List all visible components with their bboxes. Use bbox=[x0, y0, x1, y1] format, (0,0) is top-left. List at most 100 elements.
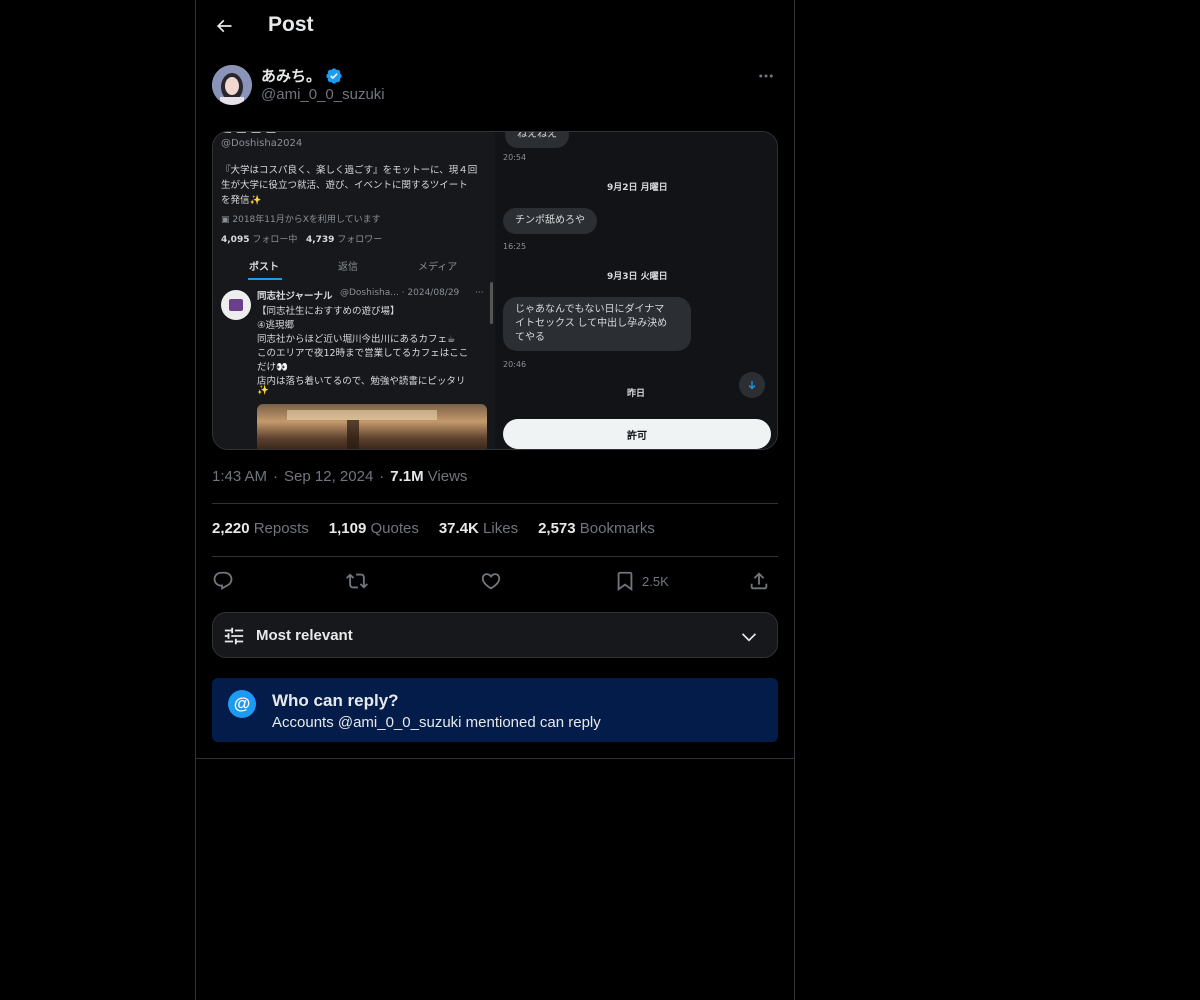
screenshot-dm-line: じゃあなんでもない日にダイナマ bbox=[515, 304, 665, 315]
screenshot-post-line: ④逃現郷 bbox=[257, 320, 295, 331]
screenshot-dm-date: 9月3日 火曜日 bbox=[607, 272, 668, 282]
reposts-count: 2,220 bbox=[212, 520, 250, 537]
screenshot-dm-time: 20:54 bbox=[503, 153, 527, 162]
views-label: Views bbox=[427, 468, 468, 485]
screenshot-dm-bubble: チンポ舐めろや bbox=[503, 208, 597, 234]
divider bbox=[212, 556, 778, 557]
divider bbox=[212, 503, 778, 504]
screenshot-followers-label: フォロワー bbox=[337, 235, 383, 245]
ellipsis-icon bbox=[759, 74, 773, 78]
bookmarks-label: Bookmarks bbox=[579, 520, 655, 537]
screenshot-dm-line: てやる bbox=[515, 332, 545, 343]
sliders-icon bbox=[224, 627, 244, 645]
arrow-left-icon bbox=[216, 19, 232, 33]
repost-icon bbox=[346, 573, 368, 589]
screenshot-post-line: 同志社からほど近い堀川今出川にあるカフェ☕ bbox=[257, 334, 456, 345]
like-button[interactable] bbox=[480, 565, 502, 597]
screenshot-tab-indicator bbox=[248, 278, 282, 280]
quotes-count: 1,109 bbox=[328, 520, 367, 537]
reply-restriction-notice: @ Who can reply? Accounts @ami_0_0_suzuk… bbox=[212, 678, 778, 742]
screenshot-dm-bubble: ねえねえ bbox=[505, 132, 569, 148]
screenshot-bio-line: を発信✨ bbox=[221, 195, 262, 206]
screenshot-dm-date: 9月2日 月曜日 bbox=[607, 183, 668, 193]
verified-badge-icon bbox=[326, 67, 342, 84]
chevron-down-icon bbox=[741, 633, 757, 642]
screenshot-post-name: 同志社ジャーナル bbox=[257, 291, 333, 302]
repost-button[interactable] bbox=[346, 565, 368, 597]
likes-stat[interactable]: 37.4K Likes bbox=[439, 520, 518, 537]
bookmark-icon bbox=[617, 571, 633, 592]
screenshot-follow-counts: 4,095 フォロー中 4,739 フォロワー bbox=[221, 232, 382, 245]
screenshot-post-line: 【同志社生におすすめの遊び場】 bbox=[257, 306, 400, 317]
at-icon: @ bbox=[228, 690, 256, 718]
screenshot-joined-date: ▣ 2018年11月からXを利用しています bbox=[221, 212, 381, 225]
avatar-image bbox=[212, 65, 252, 105]
screenshot-following-count: 4,095 bbox=[221, 235, 250, 245]
screenshot-post-line: このエリアで夜12時まで営業してるカフェはここ bbox=[257, 348, 469, 359]
divider bbox=[196, 758, 794, 759]
reply-button[interactable] bbox=[212, 565, 234, 597]
more-options-button[interactable] bbox=[754, 64, 778, 88]
screenshot-scrollbar bbox=[490, 282, 493, 324]
screenshot-joined-text: 2018年11月からXを利用しています bbox=[232, 215, 381, 225]
screenshot-dm-date: 昨日 bbox=[627, 389, 646, 399]
screenshot-bio-line: 『大学はコスパ良く、楽しく過ごす』をモットーに、現４回 bbox=[221, 165, 478, 176]
separator-dot: · bbox=[273, 468, 279, 485]
screenshot-tab-replies: 返信 bbox=[338, 262, 358, 273]
reply-sort-dropdown[interactable]: Most relevant bbox=[212, 612, 778, 658]
engagement-stats: 2,220 Reposts 1,109 Quotes 37.4K Likes 2… bbox=[212, 520, 655, 537]
reply-restriction-title: Who can reply? bbox=[272, 691, 399, 710]
screenshot-post-line: 店内は落ち着いてるので、勉強や読書にピッタリ bbox=[257, 376, 466, 387]
screenshot-dm-line: イトセックス して中出し孕み決め bbox=[515, 318, 668, 329]
screenshot-post-line: ✨ bbox=[257, 385, 269, 396]
post-date[interactable]: Sep 12, 2024 bbox=[284, 468, 373, 485]
screenshot-bio-line: 生が大学に役立つ就活、遊び、イベントに関するツイート bbox=[221, 180, 468, 191]
screenshot-dm-time: 16:25 bbox=[503, 242, 527, 251]
likes-label: Likes bbox=[483, 520, 519, 537]
screenshot-followers-count: 4,739 bbox=[305, 235, 335, 245]
post-time[interactable]: 1:43 AM bbox=[212, 468, 267, 485]
quotes-label: Quotes bbox=[370, 520, 419, 537]
sort-label: Most relevant bbox=[256, 627, 353, 644]
calendar-icon: ▣ bbox=[221, 215, 233, 225]
screenshot-following-label: フォロー中 bbox=[252, 235, 298, 245]
share-button[interactable] bbox=[748, 565, 770, 597]
display-name[interactable]: あみち。 bbox=[261, 65, 321, 86]
page-header: Post bbox=[196, 0, 796, 53]
reply-restriction-subtitle: Accounts @ami_0_0_suzuki mentioned can r… bbox=[272, 714, 601, 731]
bookmarks-stat[interactable]: 2,573 Bookmarks bbox=[538, 520, 655, 537]
avatar[interactable] bbox=[212, 65, 252, 105]
separator-dot: · bbox=[379, 468, 385, 485]
screenshot-dm-time: 20:46 bbox=[503, 360, 527, 369]
screenshot-post-more: ··· bbox=[475, 288, 484, 298]
page-title: Post bbox=[268, 13, 314, 36]
screenshot-tab-posts: ポスト bbox=[249, 262, 279, 273]
screenshot-allow-button: 許可 bbox=[503, 419, 771, 449]
bookmark-button[interactable]: 2.5K bbox=[614, 565, 669, 597]
screenshot-post-line: だけ👀 bbox=[257, 362, 288, 373]
screenshot-tab-media: メディア bbox=[418, 262, 458, 273]
post-author: あみち。 @ami_0_0_suzuki bbox=[212, 64, 778, 108]
action-bar: 2.5K bbox=[212, 565, 778, 597]
post-media-image[interactable]: ー ー ー ー @Doshisha2024 『大学はコスパ良く、楽しく過ごす』を… bbox=[212, 131, 778, 450]
screenshot-profile-panel: ー ー ー ー @Doshisha2024 『大学はコスパ良く、楽しく過ごす』を… bbox=[213, 132, 495, 449]
screenshot-handle: @Doshisha2024 bbox=[221, 138, 303, 149]
author-handle[interactable]: @ami_0_0_suzuki bbox=[261, 86, 385, 103]
screenshot-dm-panel: ねえねえ 20:54 9月2日 月曜日 チンポ舐めろや 16:25 9月3日 火… bbox=[495, 132, 777, 449]
heart-icon bbox=[481, 573, 501, 590]
screenshot-cafe-photo bbox=[257, 404, 487, 449]
quotes-stat[interactable]: 1,109 Quotes bbox=[329, 520, 419, 537]
main-column: Post あみち。 @ami_0_0_suzuki ー ー ー ー @Doshi… bbox=[195, 0, 795, 1000]
back-button[interactable] bbox=[206, 8, 242, 44]
likes-count: 37.4K bbox=[438, 520, 479, 537]
screenshot-dm-bubble-long: じゃあなんでもない日にダイナマ イトセックス して中出し孕み決め てやる bbox=[503, 297, 691, 351]
post-timestamp: 1:43 AM · Sep 12, 2024 · 7.1M Views bbox=[212, 468, 467, 485]
screenshot-scroll-down-icon bbox=[739, 372, 765, 398]
screenshot-post-avatar bbox=[221, 290, 251, 320]
reposts-stat[interactable]: 2,220 Reposts bbox=[212, 520, 309, 537]
bookmark-count: 2.5K bbox=[642, 573, 669, 589]
views-count: 7.1M bbox=[390, 468, 424, 485]
reply-icon bbox=[213, 571, 233, 590]
reposts-label: Reposts bbox=[253, 520, 309, 537]
share-icon bbox=[750, 572, 768, 590]
